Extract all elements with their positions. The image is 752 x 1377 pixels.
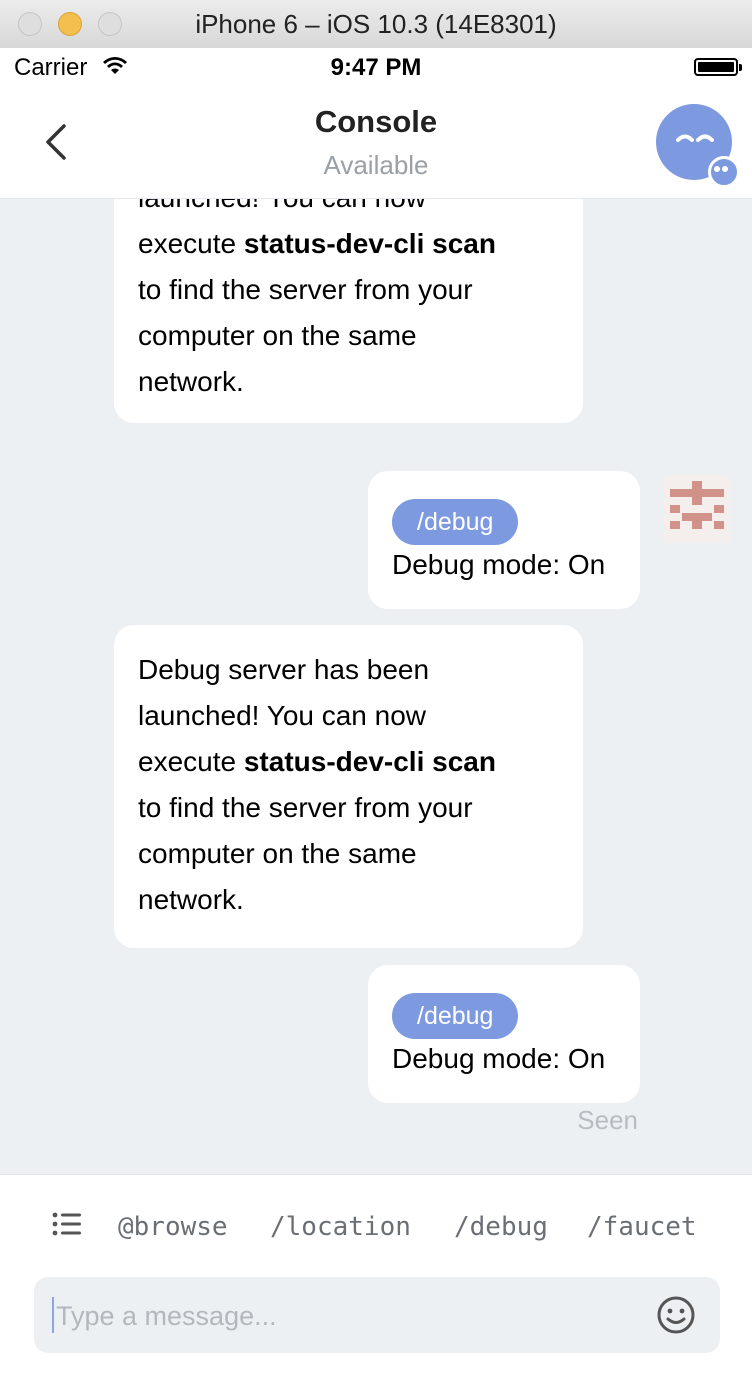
smiley-icon <box>657 1296 695 1334</box>
message-bubble-incoming: launched! You can now execute status-dev… <box>114 199 583 423</box>
simulator-title-bar: iPhone 6 – iOS 10.3 (14E8301) <box>0 0 752 49</box>
suggestion-location[interactable]: /location <box>270 1205 411 1249</box>
commands-list-button[interactable] <box>52 1209 82 1244</box>
message-text: network. <box>138 884 244 915</box>
message-text: launched! You can now <box>138 700 427 731</box>
suggestion-debug[interactable]: /debug <box>454 1205 548 1249</box>
message-text: execute status-dev-cli scan <box>138 746 496 777</box>
emoji-button[interactable] <box>656 1295 696 1335</box>
suggestion-faucet[interactable]: /faucet <box>587 1205 697 1249</box>
message-text: execute status-dev-cli scan <box>138 228 496 259</box>
battery-icon <box>694 58 742 76</box>
user-avatar[interactable] <box>664 475 730 543</box>
message-input-container <box>34 1277 720 1355</box>
message-text: launched! You can now <box>138 199 559 221</box>
bot-badge-icon <box>708 156 740 188</box>
message-text: computer on the same <box>138 838 417 869</box>
message-list[interactable]: launched! You can now execute status-dev… <box>0 199 752 1174</box>
message-bubble-outgoing: /debug Debug mode: On <box>368 471 640 609</box>
message-text: Debug mode: On <box>392 549 606 580</box>
message-bubble-incoming: Debug server has been launched! You can … <box>114 625 583 948</box>
message-bubble-outgoing: /debug Debug mode: On <box>368 965 640 1103</box>
message-text: to find the server from your <box>138 274 473 305</box>
input-area: @browse /location /debug /faucet <box>0 1174 752 1377</box>
message-text: network. <box>138 366 244 397</box>
command-suggestions: @browse /location /debug /faucet <box>0 1205 752 1249</box>
console-avatar[interactable] <box>656 104 740 188</box>
status-bar: Carrier 9:47 PM <box>0 48 752 88</box>
identicon-icon <box>670 481 724 529</box>
list-icon <box>52 1212 81 1236</box>
suggestion-browse[interactable]: @browse <box>118 1205 228 1249</box>
command-pill: /debug <box>392 499 519 545</box>
chat-status: Available <box>323 150 429 180</box>
chat-header: Console Available <box>0 88 752 199</box>
message-text: Debug mode: On <box>392 1043 606 1074</box>
message-text: computer on the same <box>138 320 417 351</box>
message-input[interactable] <box>54 1277 638 1355</box>
message-text: Debug server has been <box>138 654 430 685</box>
message-text: to find the server from your <box>138 792 473 823</box>
command-pill: /debug <box>392 993 519 1039</box>
seen-indicator: Seen <box>577 1105 638 1135</box>
chat-title: Console <box>314 104 438 139</box>
window-title: iPhone 6 – iOS 10.3 (14E8301) <box>195 9 557 39</box>
status-time: 9:47 PM <box>330 54 422 81</box>
